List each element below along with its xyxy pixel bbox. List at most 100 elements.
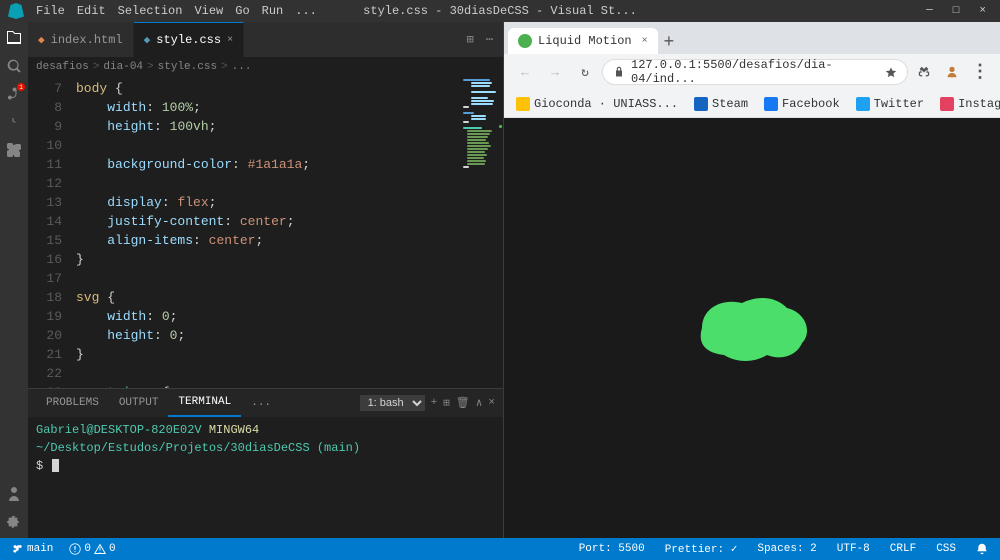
status-encoding[interactable]: UTF-8 xyxy=(833,538,874,560)
menu-view[interactable]: View xyxy=(194,4,223,18)
encoding-label: UTF-8 xyxy=(837,543,870,555)
status-right: Port: 5500 Prettier: ✓ Spaces: 2 UTF-8 C… xyxy=(575,538,992,560)
profile-icon[interactable] xyxy=(940,60,964,84)
forward-button[interactable]: → xyxy=(542,59,568,85)
bookmark-instagram[interactable]: Instagram xyxy=(936,95,1000,113)
bookmark-facebook[interactable]: Facebook xyxy=(760,95,844,113)
status-spaces[interactable]: Spaces: 2 xyxy=(753,538,820,560)
terminal-line-path: ~/Desktop/Estudos/Projetos/30diasDeCSS (… xyxy=(36,439,495,457)
bookmark-instagram-icon xyxy=(940,97,954,111)
activity-debug[interactable] xyxy=(2,110,26,134)
bookmark-gioconda-label: Gioconda · UNIASS... xyxy=(534,97,678,111)
address-bar[interactable]: 127.0.0.1:5500/desafios/dia-04/ind... xyxy=(602,59,908,85)
menu-edit[interactable]: Edit xyxy=(77,4,106,18)
breadcrumb-stylecss[interactable]: style.css xyxy=(158,61,217,73)
breadcrumb-dots[interactable]: ... xyxy=(232,61,252,73)
editor-container: ◆ index.html ◆ style.css × ⊞ ⋯ desafios … xyxy=(28,22,503,538)
panel-trash-btn[interactable]: 🗑 xyxy=(456,396,470,410)
browser-tab-title: Liquid Motion xyxy=(538,34,632,48)
status-errors[interactable]: 0 0 xyxy=(65,538,119,560)
menu-go[interactable]: Go xyxy=(235,4,249,18)
error-icon xyxy=(69,543,81,555)
bookmark-facebook-icon xyxy=(764,97,778,111)
reload-button[interactable]: ↻ xyxy=(572,59,598,85)
breadcrumb-desafios[interactable]: desafios xyxy=(36,61,89,73)
bookmark-star-icon xyxy=(885,66,897,78)
code-area: 7 8 9 10 11 12 13 14 15 16 17 18 19 20 2… xyxy=(28,77,503,388)
browser-menu-icon[interactable]: ⋮ xyxy=(968,60,992,84)
terminal-prompt-line: $ xyxy=(36,457,495,475)
tab-style-css-close[interactable]: × xyxy=(227,35,233,46)
split-editor-btn[interactable]: ⊞ xyxy=(463,30,478,49)
panel-split-btn[interactable]: ⊞ xyxy=(443,396,450,410)
titlebar-title: style.css - 30diasDeCSS - Visual St... xyxy=(363,4,637,18)
terminal-cursor xyxy=(52,459,59,472)
breadcrumb-dia04[interactable]: dia-04 xyxy=(103,61,143,73)
back-button[interactable]: ← xyxy=(512,59,538,85)
tab-index-html[interactable]: ◆ index.html xyxy=(28,22,134,57)
close-button[interactable]: × xyxy=(973,3,992,19)
extensions-icon[interactable] xyxy=(912,60,936,84)
panel-add-btn[interactable]: + xyxy=(431,397,438,409)
terminal-select[interactable]: 1: bash xyxy=(360,395,425,411)
menu-selection[interactable]: Selection xyxy=(118,4,183,18)
menu-dots[interactable]: ... xyxy=(295,4,317,18)
line-numbers: 7 8 9 10 11 12 13 14 15 16 17 18 19 20 2… xyxy=(28,77,68,388)
activity-explorer[interactable] xyxy=(2,26,26,50)
activity-account[interactable] xyxy=(2,482,26,506)
main-area: 1 xyxy=(0,22,1000,538)
status-language[interactable]: CSS xyxy=(932,538,960,560)
status-line-ending[interactable]: CRLF xyxy=(886,538,920,560)
activity-extensions[interactable] xyxy=(2,138,26,162)
maximize-button[interactable]: □ xyxy=(947,3,966,19)
tab-style-css[interactable]: ◆ style.css × xyxy=(134,22,244,57)
menu-run[interactable]: Run xyxy=(262,4,284,18)
browser-tab-close[interactable]: × xyxy=(642,36,648,47)
browser-content xyxy=(504,118,1000,538)
error-count: 0 xyxy=(84,543,91,555)
panel-tab-more[interactable]: ... xyxy=(241,389,281,417)
bookmark-twitter[interactable]: Twitter xyxy=(852,95,928,113)
browser-tab-liquid[interactable]: Liquid Motion × xyxy=(508,28,658,54)
status-prettier[interactable]: Prettier: ✓ xyxy=(661,538,742,560)
bookmark-gioconda[interactable]: Gioconda · UNIASS... xyxy=(512,95,682,113)
status-bar: main 0 0 Port: 5500 Prettier: ✓ Spaces: … xyxy=(0,538,1000,560)
bookmark-steam[interactable]: Steam xyxy=(690,95,752,113)
source-control-badge: 1 xyxy=(17,83,25,91)
code-content[interactable]: body { width: 100%; height: 100vh; backg… xyxy=(68,77,461,388)
new-tab-button[interactable]: + xyxy=(658,29,681,54)
status-port[interactable]: Port: 5500 xyxy=(575,538,649,560)
bookmarks-bar: Gioconda · UNIASS... Steam Facebook Twit… xyxy=(504,90,1000,118)
panel-tab-terminal[interactable]: TERMINAL xyxy=(168,389,241,417)
status-notifications[interactable] xyxy=(972,538,992,560)
more-actions-btn[interactable]: ⋯ xyxy=(482,30,497,49)
bookmark-twitter-label: Twitter xyxy=(874,97,924,111)
tabs-actions: ⊞ ⋯ xyxy=(463,30,503,49)
tabs-bar: ◆ index.html ◆ style.css × ⊞ ⋯ xyxy=(28,22,503,57)
activity-source-control[interactable]: 1 xyxy=(2,82,26,106)
menu-file[interactable]: File xyxy=(36,4,65,18)
prettier-label: Prettier: ✓ xyxy=(665,542,738,556)
browser-tab-favicon xyxy=(518,34,532,48)
bookmark-instagram-label: Instagram xyxy=(958,97,1000,111)
minimap-indicator xyxy=(499,125,502,128)
terminal-prompt: $ xyxy=(36,459,43,473)
titlebar-controls: ─ □ × xyxy=(920,3,992,19)
vscode-logo xyxy=(8,3,24,19)
bookmark-steam-icon xyxy=(694,97,708,111)
panel-collapse-btn[interactable]: ∧ xyxy=(476,396,483,410)
bell-icon xyxy=(976,543,988,555)
tab-index-html-label: index.html xyxy=(51,33,123,47)
blob-svg xyxy=(672,283,832,373)
panel-close-btn[interactable]: × xyxy=(488,397,495,409)
status-branch[interactable]: main xyxy=(8,538,57,560)
activity-search[interactable] xyxy=(2,54,26,78)
language-label: CSS xyxy=(936,543,956,555)
titlebar-menu: File Edit Selection View Go Run ... xyxy=(36,4,317,18)
activity-settings[interactable] xyxy=(2,510,26,534)
panel-tab-output[interactable]: OUTPUT xyxy=(109,389,169,417)
minimize-button[interactable]: ─ xyxy=(920,3,939,19)
status-left: main 0 0 xyxy=(8,538,120,560)
panel-tab-problems[interactable]: PROBLEMS xyxy=(36,389,109,417)
activity-bottom xyxy=(2,482,26,538)
